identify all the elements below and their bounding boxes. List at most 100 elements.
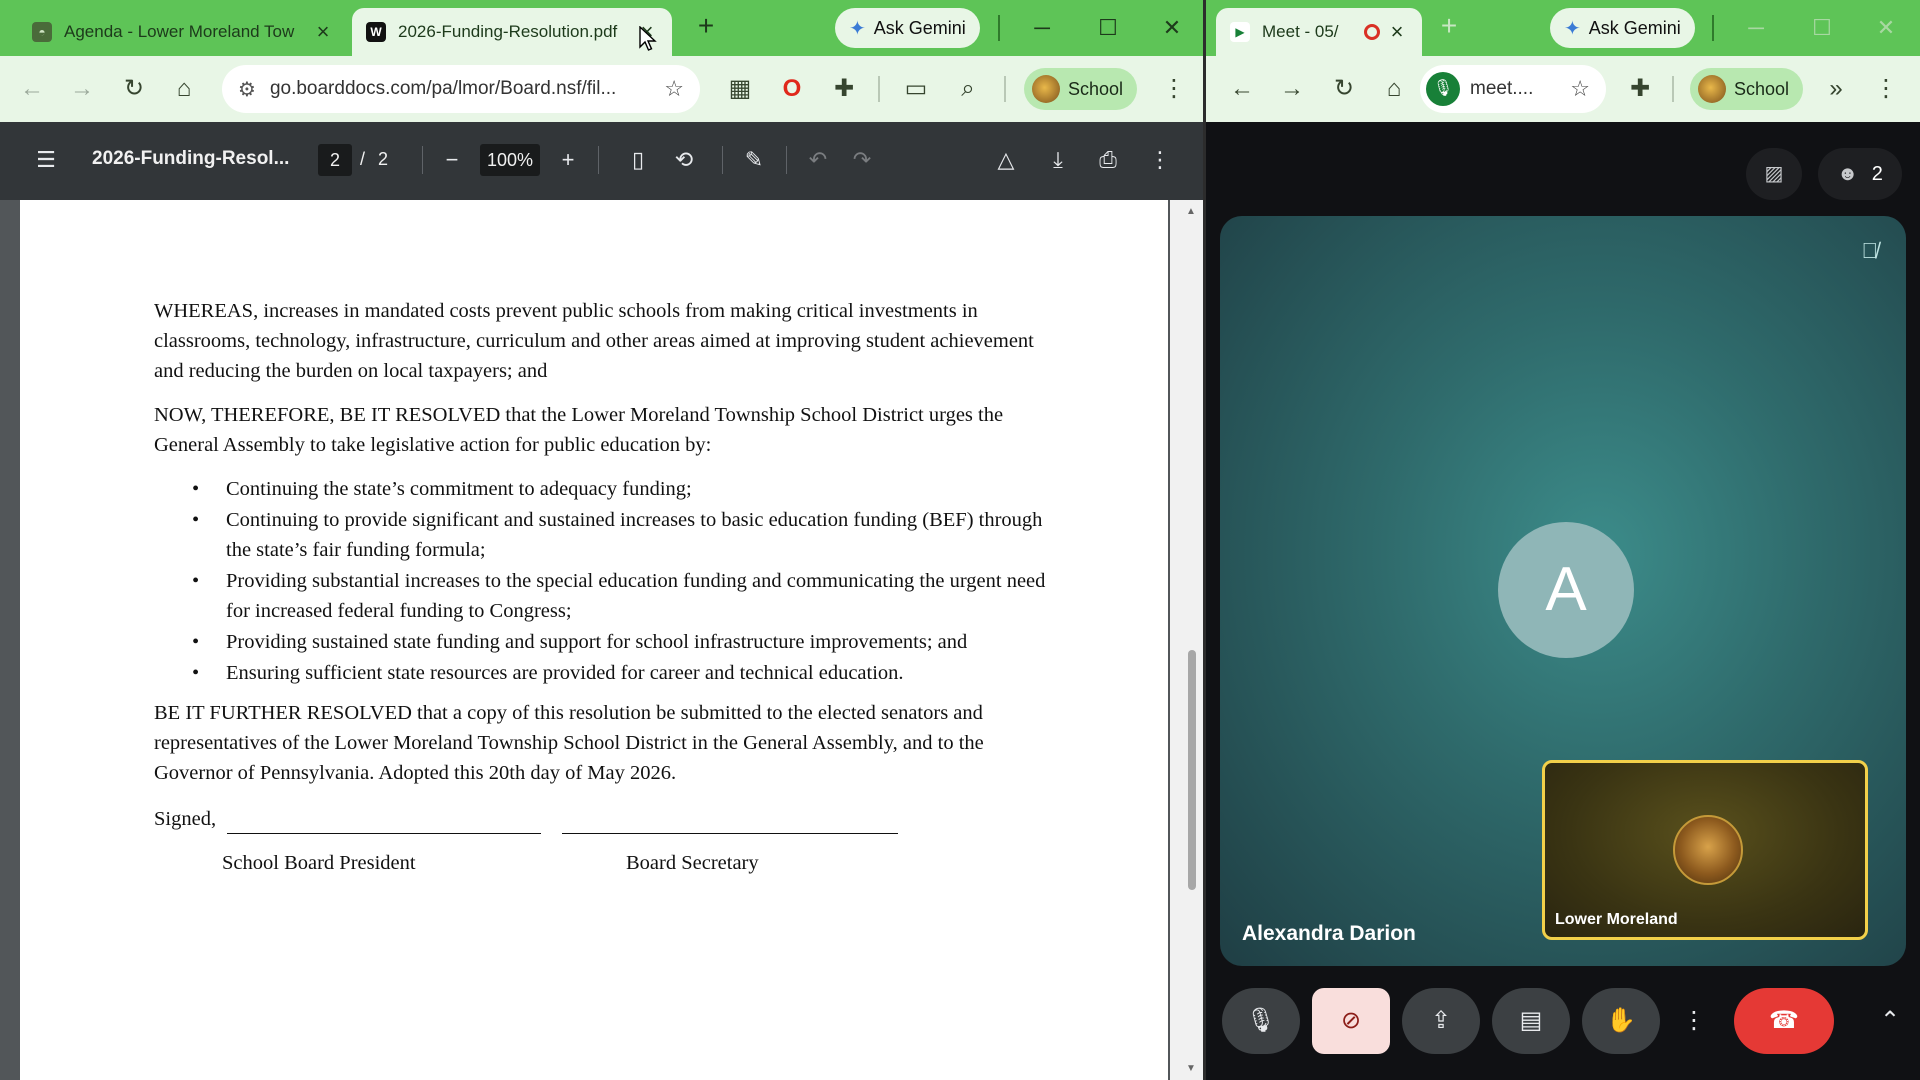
back-icon[interactable]: ← xyxy=(16,73,48,105)
back-icon[interactable]: ← xyxy=(1226,73,1258,105)
new-tab-button[interactable]: + xyxy=(691,12,721,42)
tab-strip: ▶ Meet - 05/ × + ✦ Ask Gemini ─ ☐ ✕ xyxy=(1206,0,1920,56)
more-extensions-chevron-icon[interactable]: » xyxy=(1820,73,1852,105)
main-video-tile[interactable]: 🎙̸ A Alexandra Darion Lower Moreland xyxy=(1220,216,1906,966)
pdf-viewport[interactable]: WHEREAS, increases in mandated costs pre… xyxy=(0,200,1206,1080)
self-name: Lower Moreland xyxy=(1555,911,1678,928)
close-window-icon[interactable]: ✕ xyxy=(1866,10,1906,46)
sidebar-menu-icon[interactable]: ☰ xyxy=(30,144,62,176)
tab-title: Meet - 05/ xyxy=(1262,22,1339,41)
ask-gemini-button[interactable]: ✦ Ask Gemini xyxy=(835,8,980,48)
tab-search-icon[interactable]: ⌕ xyxy=(952,73,984,105)
address-bar[interactable]: ⚙ go.boarddocs.com/pa/lmor/Board.nsf/fil… xyxy=(222,65,700,113)
raise-hand-button[interactable]: ✋ xyxy=(1582,988,1660,1054)
toolbar-divider xyxy=(422,146,423,174)
toolbar-divider xyxy=(722,146,723,174)
pdf-browser-window: ◓ Agenda - Lower Moreland Tow × W 2026-F… xyxy=(0,0,1206,1080)
close-window-icon[interactable]: ✕ xyxy=(1152,10,1192,46)
self-view-tile[interactable]: Lower Moreland xyxy=(1542,760,1868,940)
pdf-scrollbar[interactable]: ▲ ▼ xyxy=(1170,200,1206,1080)
toolbar-divider xyxy=(998,15,1000,41)
profile-avatar xyxy=(1032,75,1060,103)
undo-icon[interactable]: ↶ xyxy=(802,144,834,176)
page-number-input[interactable]: 2 xyxy=(318,144,352,176)
microphone-active-icon[interactable]: 🎙 xyxy=(1426,72,1460,106)
home-icon[interactable]: ⌂ xyxy=(1378,73,1410,105)
more-options-icon[interactable]: ⋮ xyxy=(1674,988,1714,1054)
tab-agenda[interactable]: ◓ Agenda - Lower Moreland Tow × xyxy=(18,8,348,56)
present-screen-button[interactable]: ⇪ xyxy=(1402,988,1480,1054)
secretary-signature-line xyxy=(562,814,899,834)
scrollbar-thumb[interactable] xyxy=(1188,650,1196,890)
maximize-icon[interactable]: ☐ xyxy=(1802,10,1842,46)
leave-call-button[interactable]: ☎ xyxy=(1734,988,1834,1054)
opera-extension-icon[interactable]: O xyxy=(776,73,808,105)
profile-button[interactable]: School xyxy=(1024,68,1138,110)
annotate-pen-icon[interactable]: ✎ xyxy=(738,144,770,176)
zoom-input[interactable]: 100% xyxy=(480,144,540,176)
forward-icon[interactable]: → xyxy=(66,73,98,105)
president-role: School Board President xyxy=(222,852,416,874)
whereas-paragraph: WHEREAS, increases in mandated costs pre… xyxy=(154,300,1034,382)
page-separator: / xyxy=(360,149,366,169)
tab-meet[interactable]: ▶ Meet - 05/ × xyxy=(1216,8,1422,56)
scroll-up-icon[interactable]: ▲ xyxy=(1186,206,1196,217)
site-settings-icon[interactable]: ⚙ xyxy=(238,77,256,102)
zoom-out-icon[interactable]: − xyxy=(436,144,468,176)
reload-icon[interactable]: ↻ xyxy=(118,73,150,105)
minimize-icon[interactable]: ─ xyxy=(1736,10,1776,46)
address-bar[interactable]: 🎙 meet.... ☆ xyxy=(1420,65,1606,113)
tab-funding-resolution[interactable]: W 2026-Funding-Resolution.pdf × xyxy=(352,8,672,56)
bookmark-star-icon[interactable]: ☆ xyxy=(1570,76,1590,102)
secretary-role: Board Secretary xyxy=(626,852,759,874)
extensions-puzzle-icon[interactable]: ✚ xyxy=(828,73,860,105)
captions-button[interactable]: ▤ xyxy=(1492,988,1570,1054)
minimize-icon[interactable]: ─ xyxy=(1022,10,1062,46)
menu-kebab-icon[interactable]: ⋮ xyxy=(1870,73,1902,105)
download-icon[interactable]: ⤓ xyxy=(1042,144,1074,176)
toolbar-divider xyxy=(598,146,599,174)
lion-avatar-icon xyxy=(1673,815,1743,885)
list-item: Providing substantial increases to the s… xyxy=(154,566,1054,626)
maximize-icon[interactable]: ☐ xyxy=(1088,10,1128,46)
president-signature-line xyxy=(227,814,542,834)
menu-kebab-icon[interactable]: ⋮ xyxy=(1158,73,1190,105)
cast-icon[interactable]: ▭ xyxy=(900,73,932,105)
participants-button[interactable]: ☻ 2 xyxy=(1818,148,1902,200)
no-camera-icon[interactable]: ▨ xyxy=(1746,148,1802,200)
bookmark-star-icon[interactable]: ☆ xyxy=(664,76,684,102)
new-tab-button[interactable]: + xyxy=(1434,12,1464,42)
fit-page-icon[interactable]: ▯ xyxy=(622,144,654,176)
rotate-icon[interactable]: ⟲ xyxy=(668,144,700,176)
address-text: go.boarddocs.com/pa/lmor/Board.nsf/fil..… xyxy=(269,78,617,99)
further-resolved-paragraph: BE IT FURTHER RESOLVED that a copy of th… xyxy=(154,702,984,784)
forward-icon[interactable]: → xyxy=(1276,73,1308,105)
extensions-puzzle-icon[interactable]: ✚ xyxy=(1624,73,1656,105)
save-to-drive-icon[interactable]: △ xyxy=(990,144,1022,176)
zoom-in-icon[interactable]: + xyxy=(552,144,584,176)
close-tab-icon[interactable]: × xyxy=(1386,19,1408,45)
scroll-down-icon[interactable]: ▼ xyxy=(1186,1063,1196,1074)
profile-button[interactable]: School xyxy=(1690,68,1804,110)
microphone-button[interactable]: 🎙 xyxy=(1222,988,1300,1054)
muted-mic-icon: 🎙̸ xyxy=(1861,238,1879,263)
print-icon[interactable]: ⎙ xyxy=(1092,144,1124,176)
address-text: meet.... xyxy=(1470,78,1534,99)
expand-chevron-icon[interactable]: ⌃ xyxy=(1870,988,1910,1054)
redo-icon[interactable]: ↷ xyxy=(846,144,878,176)
pdf-toolbar: ☰ 2026-Funding-Resol... 2 / 2 − 100% + ▯… xyxy=(0,122,1206,200)
mouse-cursor-icon xyxy=(639,26,657,51)
pdf-more-icon[interactable]: ⋮ xyxy=(1144,144,1176,176)
toolbar-divider xyxy=(1004,76,1006,102)
extension-icon[interactable]: ▦ xyxy=(724,73,756,105)
gemini-icon: ✦ xyxy=(849,17,866,40)
list-item: Continuing the state’s commitment to ade… xyxy=(154,474,1054,504)
resolution-text: WHEREAS, increases in mandated costs pre… xyxy=(154,296,1054,878)
camera-off-button[interactable]: ⊘ xyxy=(1312,988,1390,1054)
profile-avatar xyxy=(1698,75,1726,103)
home-icon[interactable]: ⌂ xyxy=(168,73,200,105)
close-tab-icon[interactable]: × xyxy=(312,19,334,45)
ask-gemini-button[interactable]: ✦ Ask Gemini xyxy=(1550,8,1695,48)
profile-label: School xyxy=(1068,78,1124,99)
reload-icon[interactable]: ↻ xyxy=(1328,73,1360,105)
